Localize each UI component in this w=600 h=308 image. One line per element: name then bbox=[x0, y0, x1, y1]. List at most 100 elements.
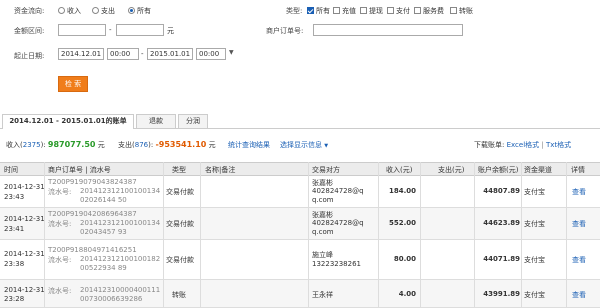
row-detail-link[interactable]: 查看 bbox=[572, 290, 586, 300]
row-time: 23:43 bbox=[4, 193, 25, 201]
row-party-account: 402824728@q bbox=[312, 219, 364, 227]
date-from-input[interactable]: 2014.12.01 bbox=[58, 48, 104, 60]
expense-count[interactable]: 876 bbox=[135, 141, 148, 149]
row-type: 交易付款 bbox=[166, 256, 194, 264]
row-date: 2014-12-31 bbox=[4, 183, 45, 191]
table-row: 2014-12-31 23:41 T200P919042086964387 流水… bbox=[0, 208, 600, 240]
tab-bill[interactable]: 2014.12.01 - 2015.01.01的账单 bbox=[2, 114, 134, 129]
direction-radio-income[interactable]: 收入 bbox=[58, 6, 81, 16]
excel-link[interactable]: Excel格式 bbox=[507, 141, 540, 149]
download-sep: | bbox=[541, 141, 544, 149]
row-channel: 支付宝 bbox=[524, 188, 545, 196]
col-name: 名称|备注 bbox=[205, 166, 236, 174]
radio-label: 所有 bbox=[137, 7, 151, 15]
amount-dash: - bbox=[109, 26, 112, 34]
row-income: 4.00 bbox=[398, 290, 416, 298]
col-time: 时间 bbox=[4, 166, 18, 174]
date-label: 起止日期: bbox=[14, 52, 45, 60]
row-time: 23:38 bbox=[4, 260, 25, 268]
date-to-input[interactable]: 2015.01.01 bbox=[147, 48, 193, 60]
expense-mid: ): bbox=[148, 141, 154, 149]
row-channel: 支付宝 bbox=[524, 220, 545, 228]
checkbox-icon bbox=[387, 6, 394, 14]
direction-radio-all[interactable]: 所有 bbox=[128, 6, 151, 16]
row-serial-label: 流水号: bbox=[48, 188, 72, 196]
row-type: 交易付款 bbox=[166, 220, 194, 228]
direction-radio-expense[interactable]: 支出 bbox=[92, 6, 115, 16]
row-income: 184.00 bbox=[388, 187, 416, 195]
type-checkbox-pay[interactable]: 支付 bbox=[387, 6, 410, 16]
amount-label: 金额区间: bbox=[14, 27, 45, 35]
type-checkbox-transfer[interactable]: 转账 bbox=[450, 6, 473, 16]
checkbox-icon bbox=[333, 6, 340, 14]
amount-unit: 元 bbox=[167, 27, 174, 35]
row-type: 交易付款 bbox=[166, 188, 194, 196]
amount-from-input[interactable] bbox=[58, 24, 106, 36]
checkbox-label: 所有 bbox=[316, 7, 330, 15]
row-detail-link[interactable]: 查看 bbox=[572, 255, 586, 265]
bill-tabs: 2014.12.01 - 2015.01.01的账单 退款 分润 bbox=[0, 114, 600, 129]
type-checkbox-withdraw[interactable]: 提现 bbox=[360, 6, 383, 16]
col-income: 收入(元) bbox=[386, 166, 413, 174]
txt-link[interactable]: Txt格式 bbox=[546, 141, 571, 149]
chevron-down-icon[interactable]: ▼ bbox=[229, 49, 234, 56]
radio-icon bbox=[92, 6, 99, 14]
row-balance: 44807.89 bbox=[483, 187, 520, 195]
column-divider bbox=[308, 162, 309, 308]
row-balance: 44623.89 bbox=[483, 219, 520, 227]
income-amount: 987077.50 bbox=[47, 140, 96, 149]
col-detail: 详情 bbox=[571, 166, 585, 174]
download-label: 下载账单: bbox=[474, 141, 505, 149]
column-divider bbox=[566, 162, 567, 308]
type-checkbox-fee[interactable]: 服务费 bbox=[414, 6, 444, 16]
row-serial-label: 流水号: bbox=[48, 220, 72, 228]
row-party-name: 施立峰 bbox=[312, 251, 333, 259]
tab-refund[interactable]: 退款 bbox=[136, 114, 176, 128]
type-checkbox-all[interactable]: 所有 bbox=[307, 6, 330, 16]
row-party-account-2: q.com bbox=[312, 196, 334, 204]
search-button[interactable]: 检 索 bbox=[58, 76, 88, 92]
row-channel: 支付宝 bbox=[524, 256, 545, 264]
display-info-label: 选择显示信息 bbox=[280, 141, 322, 149]
row-income: 552.00 bbox=[388, 219, 416, 227]
row-serial-label: 流水号: bbox=[48, 287, 72, 295]
display-info-link[interactable]: 选择显示信息 ▼ bbox=[280, 140, 328, 150]
income-mid: ): bbox=[40, 141, 46, 149]
checkbox-label: 支付 bbox=[396, 7, 410, 15]
row-balance: 43991.89 bbox=[483, 290, 520, 298]
order-input[interactable] bbox=[313, 24, 463, 36]
row-detail-link[interactable]: 查看 bbox=[572, 187, 586, 197]
time-from-select[interactable]: 00:00 bbox=[107, 48, 139, 60]
col-expense: 支出(元) bbox=[438, 166, 465, 174]
income-count[interactable]: 2375 bbox=[23, 141, 41, 149]
column-divider bbox=[44, 162, 45, 308]
col-party: 交易对方 bbox=[312, 166, 340, 174]
time-to-select[interactable]: 00:00 bbox=[196, 48, 226, 60]
row-date: 2014-12-31 bbox=[4, 215, 45, 223]
checkbox-icon bbox=[414, 6, 421, 14]
col-balance: 账户余额(元) bbox=[478, 166, 519, 174]
tab-profit-share[interactable]: 分润 bbox=[178, 114, 208, 128]
order-label: 商户订单号: bbox=[266, 27, 304, 35]
column-divider bbox=[420, 162, 421, 308]
col-channel: 资金渠道 bbox=[524, 166, 552, 174]
stats-link[interactable]: 统计查询结果 bbox=[228, 140, 270, 150]
row-serial: 20141231210010013402043457 93 bbox=[80, 219, 161, 236]
table-header: 时间 商户订单号 | 流水号 类型 名称|备注 交易对方 收入(元) 支出(元)… bbox=[0, 162, 600, 176]
chevron-down-icon: ▼ bbox=[324, 143, 329, 149]
row-party-name: 王永祥 bbox=[312, 291, 333, 299]
row-order: T200P918804971416251 bbox=[48, 246, 137, 254]
column-divider bbox=[200, 162, 201, 308]
row-party-account: 13223238261 bbox=[312, 260, 361, 268]
row-detail-link[interactable]: 查看 bbox=[572, 219, 586, 229]
type-checkbox-recharge[interactable]: 充值 bbox=[333, 6, 356, 16]
amount-to-input[interactable] bbox=[116, 24, 164, 36]
row-date: 2014-12-31 bbox=[4, 250, 45, 258]
checkbox-checked-icon bbox=[307, 6, 314, 14]
column-divider bbox=[378, 162, 379, 308]
row-balance: 44071.89 bbox=[483, 255, 520, 263]
col-type: 类型 bbox=[172, 166, 186, 174]
expense-amount: -953541.10 bbox=[155, 140, 207, 149]
row-time: 23:28 bbox=[4, 295, 25, 303]
row-party-account: 402824728@q bbox=[312, 187, 364, 195]
